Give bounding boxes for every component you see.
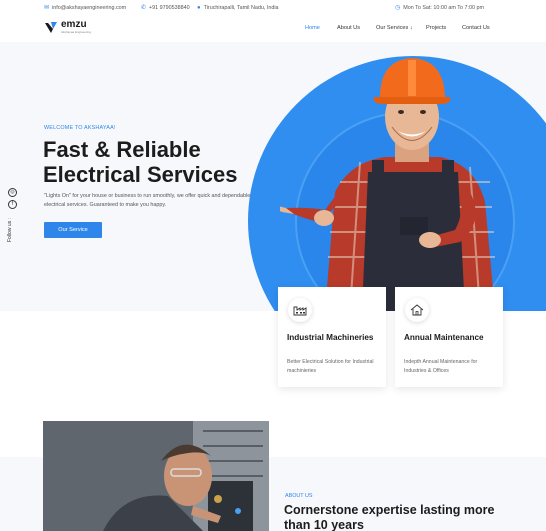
hours-info: ◷ Mon To Sat: 10:00 am To 7:00 pm: [395, 5, 484, 11]
brand-tagline: Akshayaa Engineering: [61, 30, 92, 34]
house-icon: [405, 298, 429, 322]
our-service-button[interactable]: Our Service: [44, 222, 102, 238]
service-card-maintenance[interactable]: Annual Maintenance Indepth Annual Mainte…: [395, 287, 503, 387]
follow-label-wrap: Follow us :: [7, 204, 17, 244]
location-info: ● Tiruchirapalli, Tamil Nadu, India: [197, 5, 279, 11]
location-text: Tiruchirapalli, Tamil Nadu, India: [203, 5, 279, 11]
about-title: Cornerstone expertise lasting more than …: [284, 503, 495, 531]
logo-mark-icon: [45, 22, 57, 33]
mail-icon: ✉: [44, 5, 50, 11]
phone-icon: ✆: [141, 5, 147, 11]
hours-text: Mon To Sat: 10:00 am To 7:00 pm: [403, 5, 484, 11]
hero-kicker: WELCOME TO AKSHAYAA!: [44, 125, 116, 131]
site-header: emzu Akshayaa Engineering Home About Us …: [0, 16, 546, 42]
technician-image: [43, 421, 269, 531]
nav-about-us[interactable]: About Us: [337, 25, 360, 31]
hero-headline-line2: Electrical Services: [43, 162, 238, 187]
nav-home[interactable]: Home: [305, 25, 320, 31]
hero-headline-line1: Fast & Reliable: [43, 137, 201, 162]
location-pin-icon: ●: [197, 5, 201, 11]
electrician-image: [280, 58, 495, 311]
card-title: Industrial Machineries: [287, 333, 374, 342]
about-kicker: ABOUT US: [285, 493, 313, 499]
phone-text: +91 9790538840: [149, 5, 190, 11]
brand-name: emzu: [61, 19, 87, 30]
email-text: info@akshayaengineering.com: [52, 5, 127, 11]
about-photo: [43, 421, 269, 531]
hero-headline: Fast & Reliable Electrical Services: [43, 137, 273, 187]
card-text: Indepth Annual Maintenance for Industrie…: [404, 359, 478, 374]
nav-our-services[interactable]: Our Services ↓: [376, 25, 413, 31]
email-contact[interactable]: ✉ info@akshayaengineering.com: [44, 5, 126, 11]
hero-description: "Lights On" for your house or business t…: [44, 193, 251, 208]
hero-section: ◎ f Follow us : WELCOME TO AKSHAYAA! Fas…: [0, 42, 546, 311]
nav-projects[interactable]: Projects: [426, 25, 446, 31]
card-text: Better Electrical Solution for Industria…: [287, 359, 374, 374]
top-info-bar: ✉ info@akshayaengineering.com ✆ +91 9790…: [0, 0, 546, 16]
factory-icon: [288, 298, 312, 322]
follow-label: Follow us :: [7, 218, 13, 242]
instagram-icon[interactable]: ◎: [8, 188, 17, 197]
nav-contact-us[interactable]: Contact Us: [462, 25, 490, 31]
phone-contact[interactable]: ✆ +91 9790538840: [141, 5, 190, 11]
card-title: Annual Maintenance: [404, 333, 484, 342]
brand-logo[interactable]: emzu Akshayaa Engineering: [44, 20, 91, 34]
service-card-industrial[interactable]: Industrial Machineries Better Electrical…: [278, 287, 386, 387]
clock-icon: ◷: [395, 5, 401, 11]
